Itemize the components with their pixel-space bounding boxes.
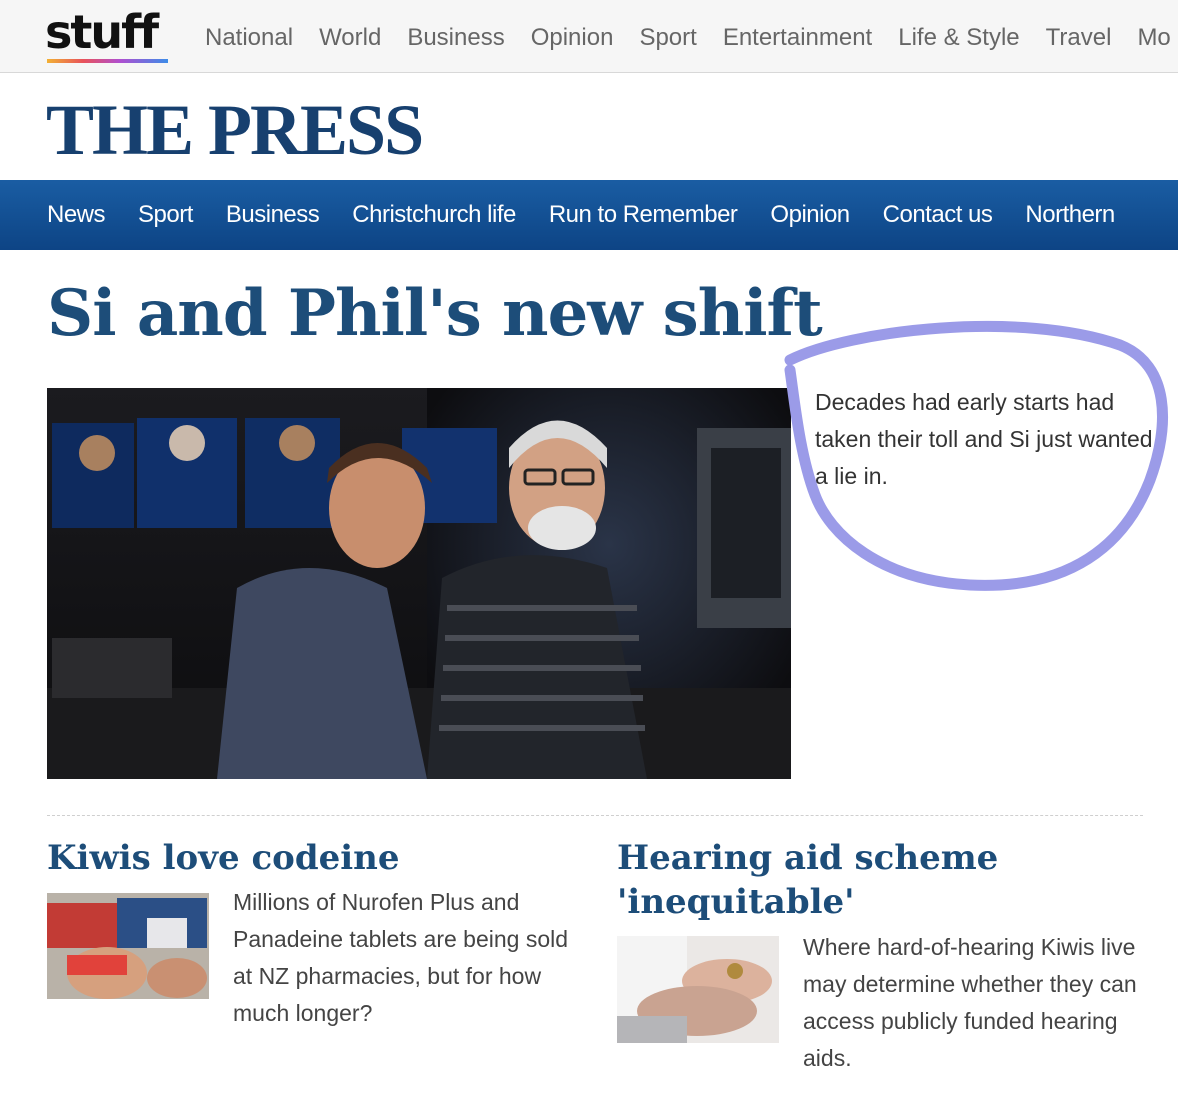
section-nav-northern[interactable]: Northern [1025, 200, 1115, 230]
section-nav-contact-us[interactable]: Contact us [883, 200, 993, 230]
lead-story-image[interactable] [47, 388, 791, 779]
story-summary-hearing-aid: Where hard-of-hearing Kiwis live may det… [803, 934, 1137, 1071]
top-nav-world[interactable]: World [319, 22, 381, 54]
hearing-aid-photo-illustration [617, 936, 779, 1043]
story-title-hearing-aid[interactable]: Hearing aid scheme 'inequitable' [617, 836, 1137, 924]
logo-stripe [47, 59, 168, 63]
section-nav-bar: News Sport Business Christchurch life Ru… [0, 180, 1178, 250]
section-nav: News Sport Business Christchurch life Ru… [47, 200, 1148, 230]
top-nav-sport[interactable]: Sport [639, 22, 696, 54]
top-nav-business[interactable]: Business [407, 22, 504, 54]
top-nav-life-style[interactable]: Life & Style [898, 22, 1019, 54]
top-nav-opinion[interactable]: Opinion [531, 22, 614, 54]
stuff-top-bar: stuff National World Business Opinion Sp… [0, 0, 1178, 73]
story-title-codeine[interactable]: Kiwis love codeine [47, 836, 587, 880]
story-thumb-hearing-aid[interactable] [617, 936, 779, 1043]
section-nav-news[interactable]: News [47, 200, 106, 230]
lead-summary: Decades had early starts had taken their… [815, 389, 1153, 489]
section-nav-run-to-remember[interactable]: Run to Remember [549, 200, 738, 230]
story-summary-codeine: Millions of Nurofen Plus and Panadeine t… [233, 889, 569, 1026]
top-nav: National World Business Opinion Sport En… [205, 22, 1178, 54]
top-nav-entertainment[interactable]: Entertainment [723, 22, 872, 54]
section-nav-business[interactable]: Business [226, 200, 320, 230]
pills-photo-illustration [47, 893, 209, 999]
masthead-the-press[interactable]: THE PRESS [46, 92, 424, 168]
stuff-logo[interactable]: stuff [45, 6, 159, 58]
section-nav-sport[interactable]: Sport [138, 200, 193, 230]
section-nav-opinion[interactable]: Opinion [770, 200, 850, 230]
story-thumb-codeine[interactable] [47, 893, 209, 999]
top-nav-more[interactable]: Mo [1137, 22, 1170, 54]
top-nav-travel[interactable]: Travel [1046, 22, 1112, 54]
section-divider [47, 815, 1143, 816]
section-nav-christchurch-life[interactable]: Christchurch life [352, 200, 516, 230]
top-nav-national[interactable]: National [205, 22, 293, 54]
lead-headline[interactable]: Si and Phil's new shift [47, 276, 823, 352]
studio-photo-illustration [47, 388, 791, 779]
